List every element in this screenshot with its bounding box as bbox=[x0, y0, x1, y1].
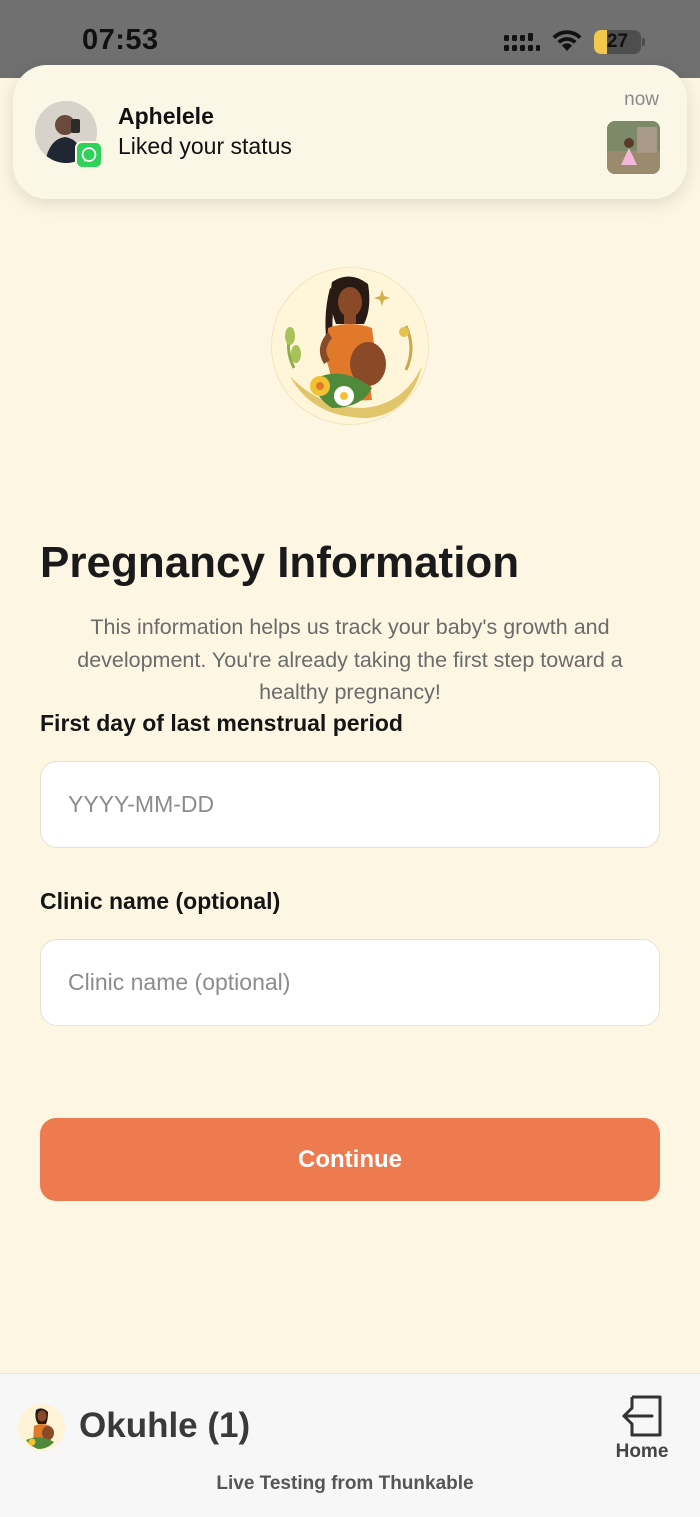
wifi-icon bbox=[552, 30, 582, 51]
notification-banner[interactable]: Aphelele Liked your status now bbox=[13, 65, 687, 199]
notification-sender: Aphelele bbox=[118, 103, 214, 129]
whatsapp-icon bbox=[75, 141, 103, 169]
app-logo bbox=[272, 268, 428, 424]
exit-icon bbox=[622, 1395, 662, 1437]
page-description: This information helps us track your bab… bbox=[77, 615, 623, 704]
notification-message: Liked your status bbox=[118, 133, 292, 159]
continue-button[interactable]: Continue bbox=[40, 1118, 660, 1201]
page-title: Pregnancy Information bbox=[40, 538, 520, 587]
status-thumbnail bbox=[607, 121, 660, 174]
lmp-date-input[interactable] bbox=[40, 761, 660, 848]
project-avatar bbox=[18, 1404, 65, 1451]
lmp-label: First day of last menstrual period bbox=[40, 710, 403, 736]
footer-text: Live Testing from Thunkable bbox=[216, 1473, 474, 1494]
battery-level: 27 bbox=[606, 31, 629, 52]
status-time: 07:53 bbox=[82, 24, 159, 56]
home-label: Home bbox=[615, 1441, 669, 1462]
project-name: Okuhle (1) bbox=[79, 1406, 251, 1445]
signal-icon bbox=[504, 33, 540, 51]
clinic-name-input[interactable] bbox=[40, 939, 660, 1026]
notification-time: now bbox=[624, 89, 659, 110]
battery-icon: 27 bbox=[594, 30, 646, 54]
thunkable-bottom-bar: Okuhle (1) Home Live Testing from Thunka… bbox=[0, 1373, 700, 1517]
app-screen: 07:53 27 Aphelele Liked your status now … bbox=[0, 0, 700, 1517]
home-button[interactable]: Home bbox=[607, 1394, 677, 1466]
clinic-label: Clinic name (optional) bbox=[40, 888, 281, 914]
